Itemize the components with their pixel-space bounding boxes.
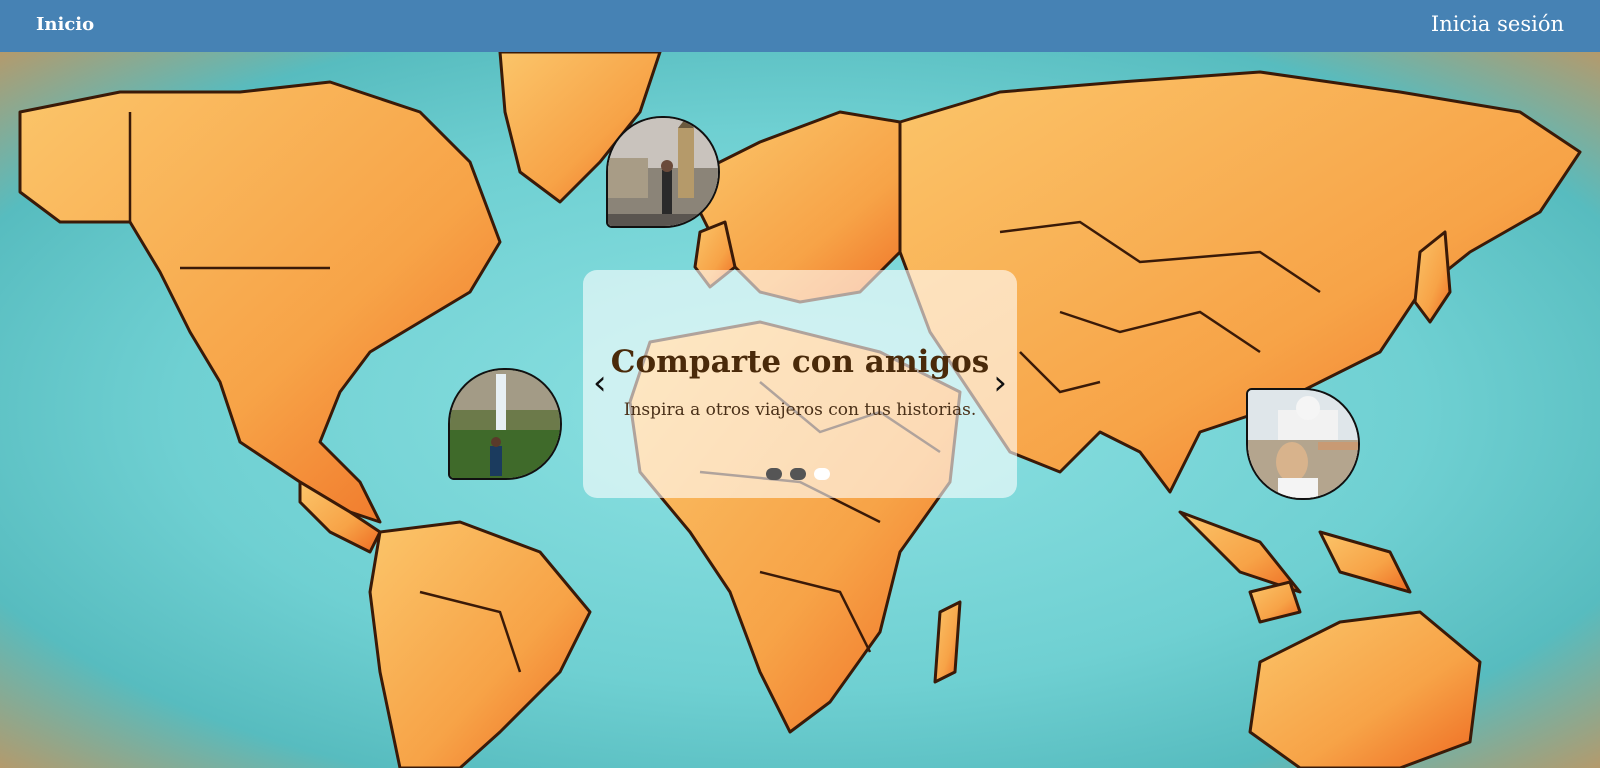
carousel-dot-3[interactable]: [814, 468, 830, 480]
carousel-slide: ‹ Comparte con amigos Inspira a otros vi…: [583, 270, 1017, 498]
carousel-title: Comparte con amigos: [610, 344, 990, 380]
carousel-dot-2[interactable]: [790, 468, 806, 480]
photo-pin-waterfall[interactable]: [448, 368, 562, 480]
photo-pin-london[interactable]: [606, 116, 720, 228]
top-navigation-bar: Inicio Inicia sesión: [0, 0, 1600, 52]
carousel-indicators: [766, 468, 830, 480]
carousel-dot-1[interactable]: [766, 468, 782, 480]
photo-waterfall-icon: [450, 370, 560, 478]
photo-taj-mahal-icon: [1248, 390, 1358, 498]
login-link[interactable]: Inicia sesión: [1431, 12, 1564, 36]
photo-london-big-ben-icon: [608, 118, 718, 226]
nav-home-link[interactable]: Inicio: [36, 14, 94, 35]
carousel-subtitle: Inspira a otros viajeros con tus histori…: [623, 400, 977, 420]
carousel-next-icon[interactable]: ›: [993, 366, 1007, 400]
photo-pin-taj-mahal[interactable]: [1246, 388, 1360, 500]
